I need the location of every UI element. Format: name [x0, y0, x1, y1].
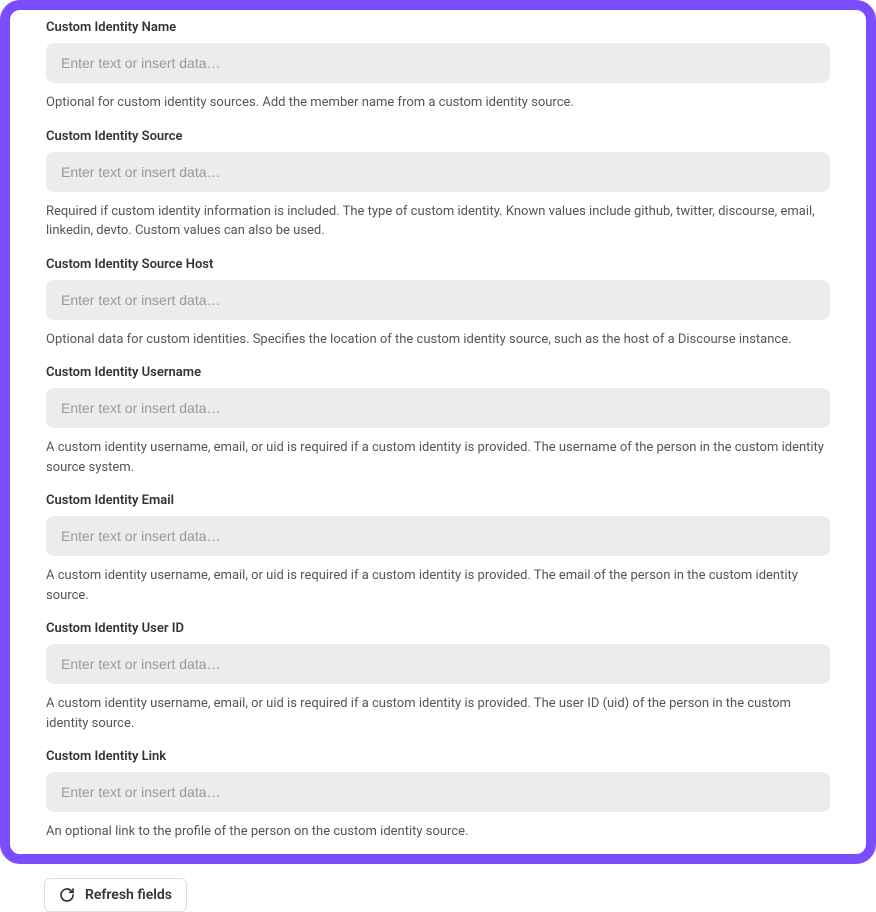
- field-label: Custom Identity Name: [46, 20, 830, 35]
- field-description: An optional link to the profile of the p…: [46, 822, 830, 842]
- field-custom-identity-user-id: Custom Identity User ID A custom identit…: [46, 621, 830, 733]
- field-label: Custom Identity Link: [46, 749, 830, 764]
- field-custom-identity-email: Custom Identity Email A custom identity …: [46, 493, 830, 605]
- field-description: Optional data for custom identities. Spe…: [46, 330, 830, 350]
- field-custom-identity-source-host: Custom Identity Source Host Optional dat…: [46, 257, 830, 350]
- field-custom-identity-link: Custom Identity Link An optional link to…: [46, 749, 830, 842]
- custom-identity-username-input[interactable]: [46, 388, 830, 428]
- field-description: A custom identity username, email, or ui…: [46, 438, 830, 477]
- field-description: A custom identity username, email, or ui…: [46, 694, 830, 733]
- custom-identity-link-input[interactable]: [46, 772, 830, 812]
- field-description: Optional for custom identity sources. Ad…: [46, 93, 830, 113]
- field-description: Required if custom identity information …: [46, 202, 830, 241]
- field-label: Custom Identity Email: [46, 493, 830, 508]
- field-custom-identity-name: Custom Identity Name Optional for custom…: [46, 20, 830, 113]
- field-label: Custom Identity Source Host: [46, 257, 830, 272]
- custom-identity-user-id-input[interactable]: [46, 644, 830, 684]
- field-description: A custom identity username, email, or ui…: [46, 566, 830, 605]
- field-label: Custom Identity Username: [46, 365, 830, 380]
- form-panel: Custom Identity Name Optional for custom…: [0, 0, 876, 864]
- custom-identity-name-input[interactable]: [46, 43, 830, 83]
- refresh-fields-button[interactable]: Refresh fields: [44, 878, 187, 912]
- field-custom-identity-username: Custom Identity Username A custom identi…: [46, 365, 830, 477]
- field-custom-identity-source: Custom Identity Source Required if custo…: [46, 129, 830, 241]
- refresh-icon: [59, 887, 75, 903]
- custom-identity-source-input[interactable]: [46, 152, 830, 192]
- custom-identity-source-host-input[interactable]: [46, 280, 830, 320]
- refresh-section: Refresh fields: [0, 864, 876, 912]
- field-label: Custom Identity Source: [46, 129, 830, 144]
- refresh-button-label: Refresh fields: [85, 887, 172, 903]
- custom-identity-email-input[interactable]: [46, 516, 830, 556]
- field-label: Custom Identity User ID: [46, 621, 830, 636]
